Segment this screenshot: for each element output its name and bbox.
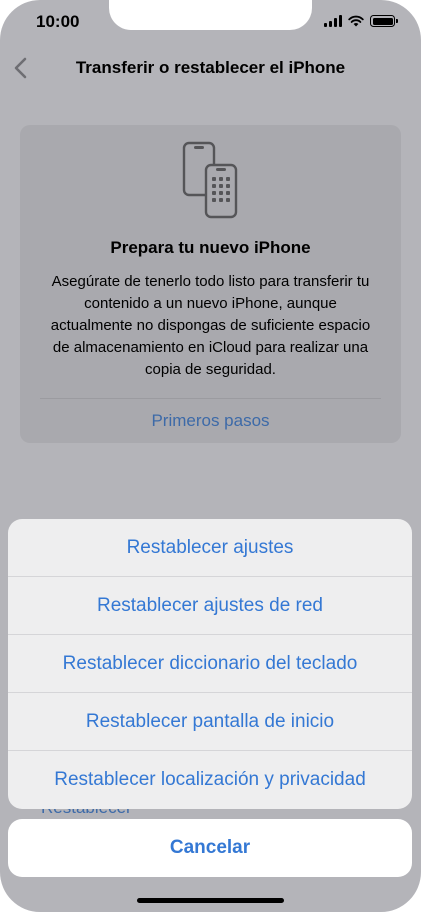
card-title: Prepara tu nuevo iPhone xyxy=(110,238,311,257)
cancel-button[interactable]: Cancelar xyxy=(8,819,412,877)
card-divider xyxy=(40,398,381,399)
reset-settings-button[interactable]: Restablecer ajustes xyxy=(8,519,412,577)
prepare-iphone-card: Prepara tu nuevo iPhone Asegúrate de ten… xyxy=(20,125,401,443)
reset-network-settings-button[interactable]: Restablecer ajustes de red xyxy=(8,577,412,635)
battery-icon xyxy=(370,15,398,27)
home-indicator[interactable] xyxy=(137,898,284,903)
reset-home-screen-button[interactable]: Restablecer pantalla de inicio xyxy=(8,693,412,751)
wifi-icon xyxy=(348,15,364,27)
page-title: Transferir o restablecer el iPhone xyxy=(75,58,346,77)
device-notch xyxy=(109,0,312,30)
phone-screen: 10:00 Transferir o restablecer el iPhone xyxy=(0,0,421,912)
reset-keyboard-dictionary-button[interactable]: Restablecer diccionario del teclado xyxy=(8,635,412,693)
two-phones-icon xyxy=(182,141,238,219)
reset-location-privacy-button[interactable]: Restablecer localización y privacidad xyxy=(8,751,412,809)
cellular-signal-icon xyxy=(324,15,342,27)
reset-action-sheet: Restablecer ajustes Restablecer ajustes … xyxy=(8,519,412,809)
get-started-link[interactable]: Primeros pasos xyxy=(20,411,401,431)
status-icons xyxy=(324,15,398,27)
status-time: 10:00 xyxy=(36,12,80,31)
card-description: Asegúrate de tenerlo todo listo para tra… xyxy=(50,273,371,378)
